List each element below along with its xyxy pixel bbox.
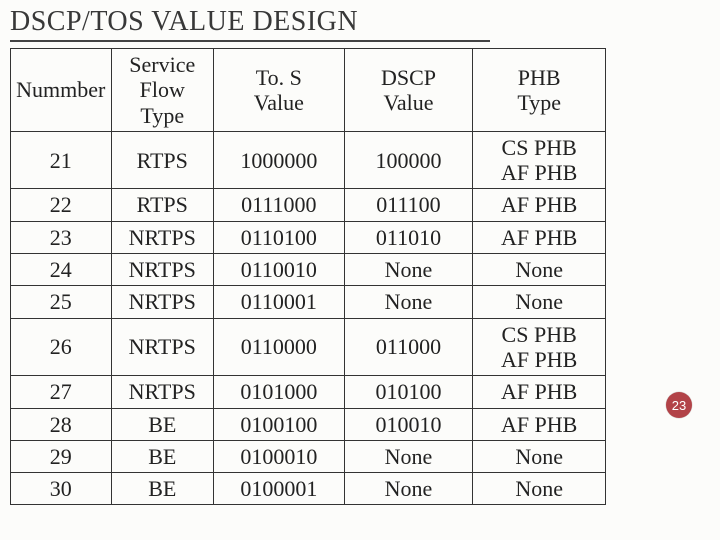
- cell-c2: NRTPS: [111, 376, 214, 408]
- cell-c5: None: [473, 473, 606, 505]
- cell-c3: 0100100: [214, 408, 345, 440]
- page-number-badge: 23: [666, 392, 692, 418]
- th-service-flow-type: ServiceFlowType: [111, 49, 214, 132]
- th-number: Nummber: [11, 49, 112, 132]
- cell-c1: 30: [11, 473, 112, 505]
- cell-c4: None: [344, 254, 473, 286]
- cell-c2: NRTPS: [111, 318, 214, 376]
- cell-c5: AF PHB: [473, 221, 606, 253]
- cell-c4: 011000: [344, 318, 473, 376]
- table-row: 24NRTPS0110010NoneNone: [11, 254, 606, 286]
- cell-c3: 0100001: [214, 473, 345, 505]
- cell-c4: 011010: [344, 221, 473, 253]
- cell-c3: 0100010: [214, 440, 345, 472]
- cell-c5: None: [473, 440, 606, 472]
- table-row: 30BE0100001NoneNone: [11, 473, 606, 505]
- table-row: 28BE0100100010010AF PHB: [11, 408, 606, 440]
- cell-c1: 22: [11, 189, 112, 221]
- cell-c4: 010100: [344, 376, 473, 408]
- table-row: 25NRTPS0110001NoneNone: [11, 286, 606, 318]
- cell-c3: 0110000: [214, 318, 345, 376]
- cell-c4: 011100: [344, 189, 473, 221]
- table-row: 26NRTPS0110000011000CS PHBAF PHB: [11, 318, 606, 376]
- cell-c5: None: [473, 286, 606, 318]
- cell-c2: NRTPS: [111, 254, 214, 286]
- cell-c1: 28: [11, 408, 112, 440]
- cell-c2: RTPS: [111, 131, 214, 189]
- cell-c2: BE: [111, 408, 214, 440]
- cell-c3: 1000000: [214, 131, 345, 189]
- cell-c1: 24: [11, 254, 112, 286]
- table-row: 23NRTPS0110100011010AF PHB: [11, 221, 606, 253]
- cell-c1: 23: [11, 221, 112, 253]
- cell-c1: 26: [11, 318, 112, 376]
- cell-c4: None: [344, 473, 473, 505]
- cell-c3: 0111000: [214, 189, 345, 221]
- page-title: DSCP/TOS VALUE DESIGN: [10, 6, 490, 42]
- th-phb-type: PHBType: [473, 49, 606, 132]
- cell-c5: AF PHB: [473, 376, 606, 408]
- cell-c2: BE: [111, 473, 214, 505]
- cell-c4: 010010: [344, 408, 473, 440]
- cell-c3: 0110010: [214, 254, 345, 286]
- cell-c2: NRTPS: [111, 221, 214, 253]
- cell-c1: 25: [11, 286, 112, 318]
- table-row: 27NRTPS0101000010100AF PHB: [11, 376, 606, 408]
- dscp-table: Nummber ServiceFlowType To. SValue DSCPV…: [10, 48, 606, 505]
- cell-c3: 0110100: [214, 221, 345, 253]
- table-row: 22RTPS0111000011100AF PHB: [11, 189, 606, 221]
- cell-c5: None: [473, 254, 606, 286]
- cell-c1: 29: [11, 440, 112, 472]
- cell-c3: 0101000: [214, 376, 345, 408]
- cell-c1: 21: [11, 131, 112, 189]
- table-row: 21RTPS1000000100000CS PHBAF PHB: [11, 131, 606, 189]
- cell-c2: BE: [111, 440, 214, 472]
- cell-c4: None: [344, 440, 473, 472]
- table-header-row: Nummber ServiceFlowType To. SValue DSCPV…: [11, 49, 606, 132]
- cell-c5: AF PHB: [473, 189, 606, 221]
- cell-c4: None: [344, 286, 473, 318]
- th-dscp-value: DSCPValue: [344, 49, 473, 132]
- th-tos-value: To. SValue: [214, 49, 345, 132]
- cell-c5: CS PHBAF PHB: [473, 318, 606, 376]
- cell-c3: 0110001: [214, 286, 345, 318]
- table-row: 29BE0100010NoneNone: [11, 440, 606, 472]
- cell-c5: AF PHB: [473, 408, 606, 440]
- cell-c2: NRTPS: [111, 286, 214, 318]
- cell-c1: 27: [11, 376, 112, 408]
- cell-c2: RTPS: [111, 189, 214, 221]
- cell-c5: CS PHBAF PHB: [473, 131, 606, 189]
- cell-c4: 100000: [344, 131, 473, 189]
